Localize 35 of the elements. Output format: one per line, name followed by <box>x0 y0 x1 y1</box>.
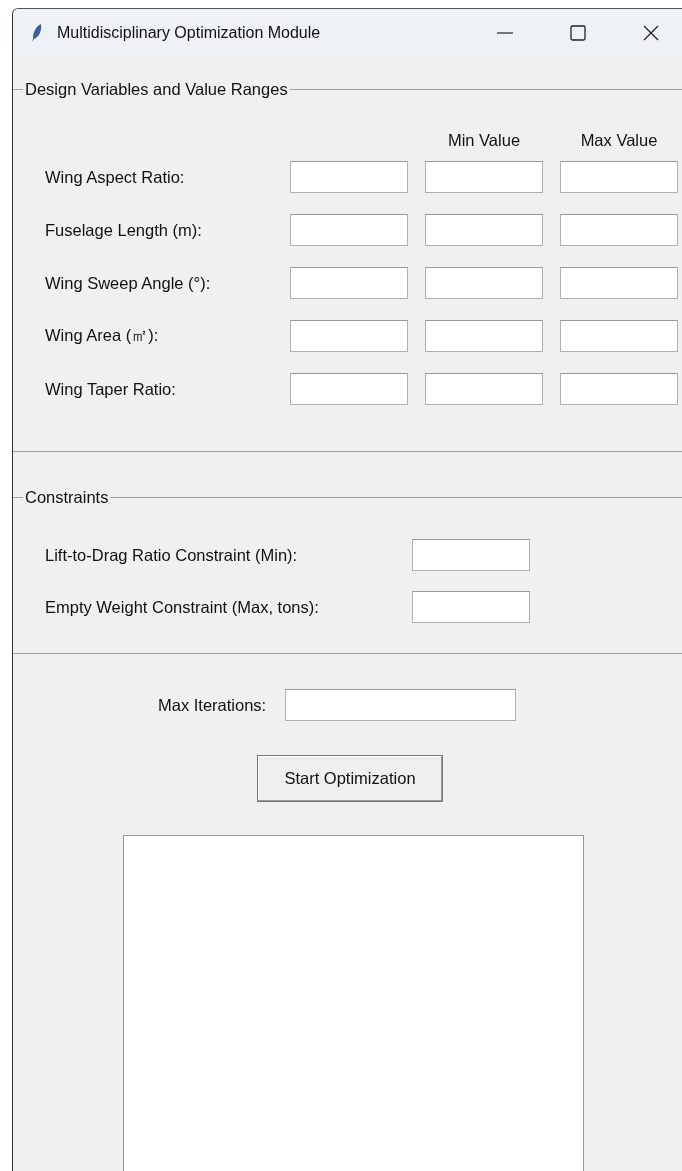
column-header: Min Value <box>446 131 522 150</box>
maximize-icon[interactable] <box>569 23 587 42</box>
input-field[interactable] <box>560 373 678 405</box>
window-title: Multidisciplinary Optimization Module <box>57 23 322 42</box>
field-label: Fuselage Length (m): <box>45 220 203 240</box>
input-field[interactable] <box>560 320 678 352</box>
input-field[interactable] <box>560 214 678 246</box>
field-label: Wing Sweep Angle (°): <box>45 273 212 293</box>
start-button[interactable]: Start Optimization <box>257 755 443 802</box>
column-header: Max Value <box>579 131 659 150</box>
input-field[interactable] <box>560 161 678 193</box>
input-field[interactable] <box>560 267 678 299</box>
frame-title: Constraints <box>24 488 110 507</box>
input-field[interactable] <box>425 373 543 405</box>
feather-icon <box>31 22 43 43</box>
input-field[interactable] <box>290 320 408 352</box>
close-icon[interactable] <box>642 23 660 42</box>
input-field[interactable] <box>290 214 408 246</box>
frame-title: Design Variables and Value Ranges <box>24 80 289 99</box>
field-label: Empty Weight Constraint (Max, tons): <box>45 597 320 617</box>
input-field[interactable] <box>425 320 543 352</box>
field-label: Wing Area (㎡): <box>45 325 160 346</box>
field-label: Wing Aspect Ratio: <box>45 167 186 187</box>
field-label: Lift-to-Drag Ratio Constraint (Min): <box>45 545 299 565</box>
input-field[interactable] <box>412 591 530 623</box>
input-field[interactable] <box>412 539 530 571</box>
input-field[interactable] <box>290 373 408 405</box>
input-field[interactable] <box>425 214 543 246</box>
input-field[interactable] <box>285 689 517 721</box>
field-label: Max Iterations: <box>158 695 267 715</box>
field-label: Wing Taper Ratio: <box>45 379 177 399</box>
input-field[interactable] <box>290 267 408 299</box>
input-field[interactable] <box>425 161 543 193</box>
input-field[interactable] <box>290 161 408 193</box>
input-field[interactable] <box>425 267 543 299</box>
